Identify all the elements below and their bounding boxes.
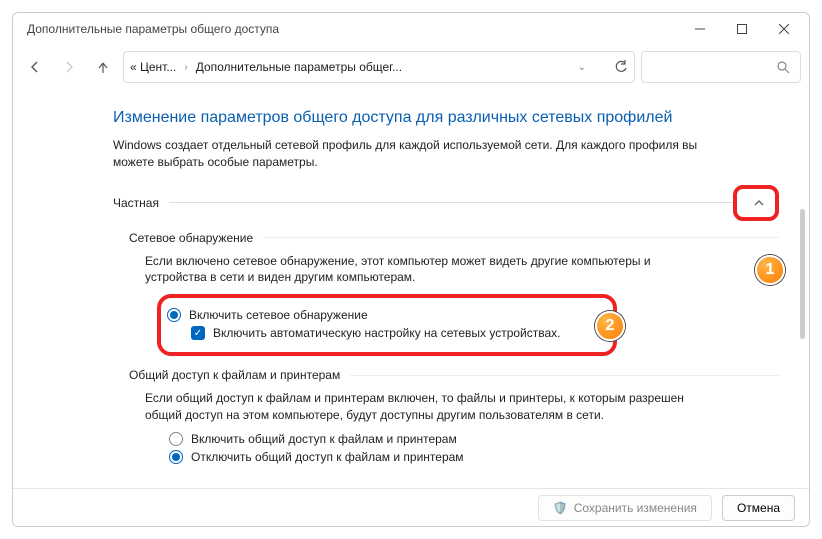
- annotation-highlight-2: Включить сетевое обнаружение ✓ Включить …: [157, 294, 617, 356]
- titlebar: Дополнительные параметры общего доступа: [13, 13, 809, 45]
- section-private[interactable]: Частная: [113, 185, 779, 221]
- breadcrumb-current[interactable]: Дополнительные параметры общег...: [196, 60, 402, 74]
- chevron-down-icon[interactable]: ⌄: [578, 62, 586, 73]
- radio-enable-discovery[interactable]: Включить сетевое обнаружение: [167, 308, 601, 322]
- refresh-icon[interactable]: [614, 60, 628, 74]
- shield-icon: 🛡️: [553, 501, 568, 515]
- annotation-highlight-1: [733, 185, 779, 221]
- maximize-button[interactable]: [721, 15, 763, 43]
- cancel-button[interactable]: Отмена: [722, 495, 795, 521]
- breadcrumb-root[interactable]: « Цент...: [130, 60, 176, 74]
- search-icon: [777, 61, 790, 74]
- annotation-badge-1: 1: [755, 255, 785, 285]
- scroll-thumb[interactable]: [800, 209, 805, 339]
- address-bar[interactable]: « Цент... › Дополнительные параметры общ…: [123, 51, 635, 83]
- radio-disable-sharing[interactable]: Отключить общий доступ к файлам и принте…: [169, 450, 779, 464]
- radio-label: Включить общий доступ к файлам и принтер…: [191, 432, 457, 446]
- chevron-right-icon: ›: [184, 62, 187, 73]
- checkbox-auto-setup[interactable]: ✓ Включить автоматическую настройку на с…: [191, 326, 601, 340]
- minimize-button[interactable]: [679, 15, 721, 43]
- nav-row: « Цент... › Дополнительные параметры общ…: [13, 45, 809, 89]
- page-subtext: Windows создает отдельный сетевой профил…: [113, 137, 713, 171]
- group-desc: Если включено сетевое обнаружение, этот …: [145, 253, 685, 287]
- collapse-button[interactable]: [744, 190, 774, 216]
- radio-icon: [169, 450, 183, 464]
- radio-icon: [169, 432, 183, 446]
- group-file-sharing: Общий доступ к файлам и принтерам Если о…: [129, 368, 779, 464]
- close-button[interactable]: [763, 15, 805, 43]
- footer: 🛡️ Сохранить изменения Отмена: [13, 488, 809, 526]
- group-label: Общий доступ к файлам и принтерам: [129, 368, 340, 382]
- window-controls: [679, 15, 805, 43]
- window-title: Дополнительные параметры общего доступа: [27, 22, 279, 36]
- up-button[interactable]: [89, 51, 117, 83]
- radio-label: Включить сетевое обнаружение: [189, 308, 368, 322]
- scrollbar[interactable]: [799, 89, 805, 489]
- cancel-label: Отмена: [737, 501, 780, 515]
- checkbox-label: Включить автоматическую настройку на сет…: [213, 326, 561, 340]
- search-box[interactable]: [641, 51, 801, 83]
- radio-enable-sharing[interactable]: Включить общий доступ к файлам и принтер…: [169, 432, 779, 446]
- window: Дополнительные параметры общего доступа …: [12, 12, 810, 527]
- group-label: Сетевое обнаружение: [129, 231, 253, 245]
- divider: [263, 237, 779, 238]
- radio-icon: [167, 308, 181, 322]
- save-label: Сохранить изменения: [574, 501, 697, 515]
- forward-button[interactable]: [55, 51, 83, 83]
- checkbox-icon: ✓: [191, 326, 205, 340]
- divider: [350, 375, 779, 376]
- section-private-label: Частная: [113, 196, 159, 210]
- group-network-discovery: Сетевое обнаружение Если включено сетево…: [129, 231, 779, 357]
- annotation-badge-2: 2: [595, 311, 625, 341]
- content-area: Изменение параметров общего доступа для …: [13, 89, 809, 489]
- group-desc: Если общий доступ к файлам и принтерам в…: [145, 390, 685, 424]
- page-heading: Изменение параметров общего доступа для …: [113, 109, 779, 127]
- divider: [169, 202, 733, 203]
- save-button[interactable]: 🛡️ Сохранить изменения: [538, 495, 712, 521]
- back-button[interactable]: [21, 51, 49, 83]
- radio-label: Отключить общий доступ к файлам и принте…: [191, 450, 464, 464]
